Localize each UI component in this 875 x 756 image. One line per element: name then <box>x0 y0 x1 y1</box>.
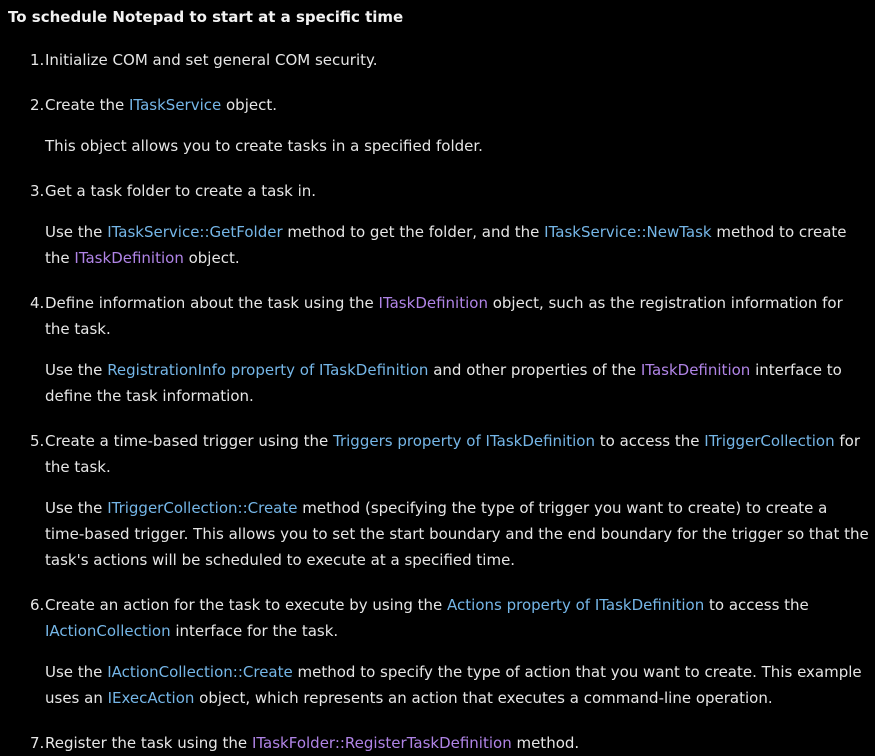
iexecaction-link[interactable]: IExecAction <box>108 689 195 707</box>
step-3: 3. Get a task folder to create a task in… <box>8 178 871 271</box>
text-run: and other properties of the <box>428 361 641 379</box>
itaskdefinition-link[interactable]: ITaskDefinition <box>641 361 750 379</box>
registrationinfo-link[interactable]: RegistrationInfo property of ITaskDefini… <box>107 361 428 379</box>
step-number: 5. <box>30 432 45 450</box>
step-note: Use the ITriggerCollection::Create metho… <box>45 495 871 573</box>
text-run: Register the task using the <box>45 734 252 752</box>
text-run: Get a task folder to create a task in. <box>45 182 317 200</box>
step-number: 4. <box>30 294 45 312</box>
step-text: Get a task folder to create a task in. <box>45 178 871 204</box>
getfolder-link[interactable]: ITaskService::GetFolder <box>107 223 282 241</box>
triggers-property-link[interactable]: Triggers property of ITaskDefinition <box>333 432 595 450</box>
step-note: Use the RegistrationInfo property of ITa… <box>45 357 871 409</box>
text-run: Use the <box>45 223 108 241</box>
step-note: Use the ITaskService::GetFolder method t… <box>45 219 871 271</box>
iactioncollection-link[interactable]: IActionCollection <box>45 622 171 640</box>
text-run: Create a time-based trigger using the <box>45 432 334 450</box>
document-page: To schedule Notepad to start at a specif… <box>0 0 875 752</box>
step-2: 2. Create the ITaskService object. This … <box>8 92 871 159</box>
itaskservice-link[interactable]: ITaskService <box>129 96 221 114</box>
step-text: Create an action for the task to execute… <box>45 592 871 644</box>
text-run: to access the <box>704 596 809 614</box>
text-run: Create the <box>45 96 129 114</box>
step-note: This object allows you to create tasks i… <box>45 133 871 159</box>
text-run: Create an action for the task to execute… <box>45 596 448 614</box>
text-run: Define information about the task using … <box>45 294 379 312</box>
step-text: Create the ITaskService object. <box>45 92 871 118</box>
step-4: 4. Define information about the task usi… <box>8 290 871 409</box>
step-number: 3. <box>30 182 45 200</box>
step-number: 6. <box>30 596 45 614</box>
text-run: Use the <box>45 663 108 681</box>
text-run: method to get the folder, and the <box>282 223 545 241</box>
text-run: interface for the task. <box>170 622 339 640</box>
text-run: object, which represents an action that … <box>194 689 773 707</box>
text-run: Use the <box>45 361 108 379</box>
step-5: 5. Create a time-based trigger using the… <box>8 428 871 573</box>
text-run: Initialize COM and set general COM secur… <box>45 51 378 69</box>
step-7: 7. Register the task using the ITaskFold… <box>8 730 871 756</box>
step-number: 1. <box>30 51 45 69</box>
section-title: To schedule Notepad to start at a specif… <box>8 8 404 26</box>
step-1: 1. Initialize COM and set general COM se… <box>8 47 871 73</box>
steps-list: 1. Initialize COM and set general COM se… <box>8 47 875 756</box>
text-run: to access the <box>594 432 705 450</box>
text-run: This object allows you to create tasks i… <box>45 137 483 155</box>
registertaskdefinition-link[interactable]: ITaskFolder::RegisterTaskDefinition <box>252 734 512 752</box>
step-6: 6. Create an action for the task to exec… <box>8 592 871 711</box>
text-run: method. <box>511 734 580 752</box>
iactioncollection-create-link[interactable]: IActionCollection::Create <box>107 663 293 681</box>
itriggercollection-create-link[interactable]: ITriggerCollection::Create <box>107 499 297 517</box>
step-text: Create a time-based trigger using the Tr… <box>45 428 871 480</box>
step-number: 7. <box>30 734 45 752</box>
actions-property-link[interactable]: Actions property of ITaskDefinition <box>447 596 704 614</box>
step-text: Register the task using the ITaskFolder:… <box>45 730 871 756</box>
step-note: Use the IActionCollection::Create method… <box>45 659 871 711</box>
text-run: object. <box>221 96 277 114</box>
text-run: Use the <box>45 499 108 517</box>
itaskdefinition-link[interactable]: ITaskDefinition <box>379 294 488 312</box>
newtask-link[interactable]: ITaskService::NewTask <box>544 223 711 241</box>
step-text: Initialize COM and set general COM secur… <box>45 47 871 73</box>
itaskdefinition-link[interactable]: ITaskDefinition <box>74 249 183 267</box>
text-run: object. <box>183 249 240 267</box>
itriggercollection-link[interactable]: ITriggerCollection <box>704 432 834 450</box>
step-text: Define information about the task using … <box>45 290 871 342</box>
step-number: 2. <box>30 96 45 114</box>
